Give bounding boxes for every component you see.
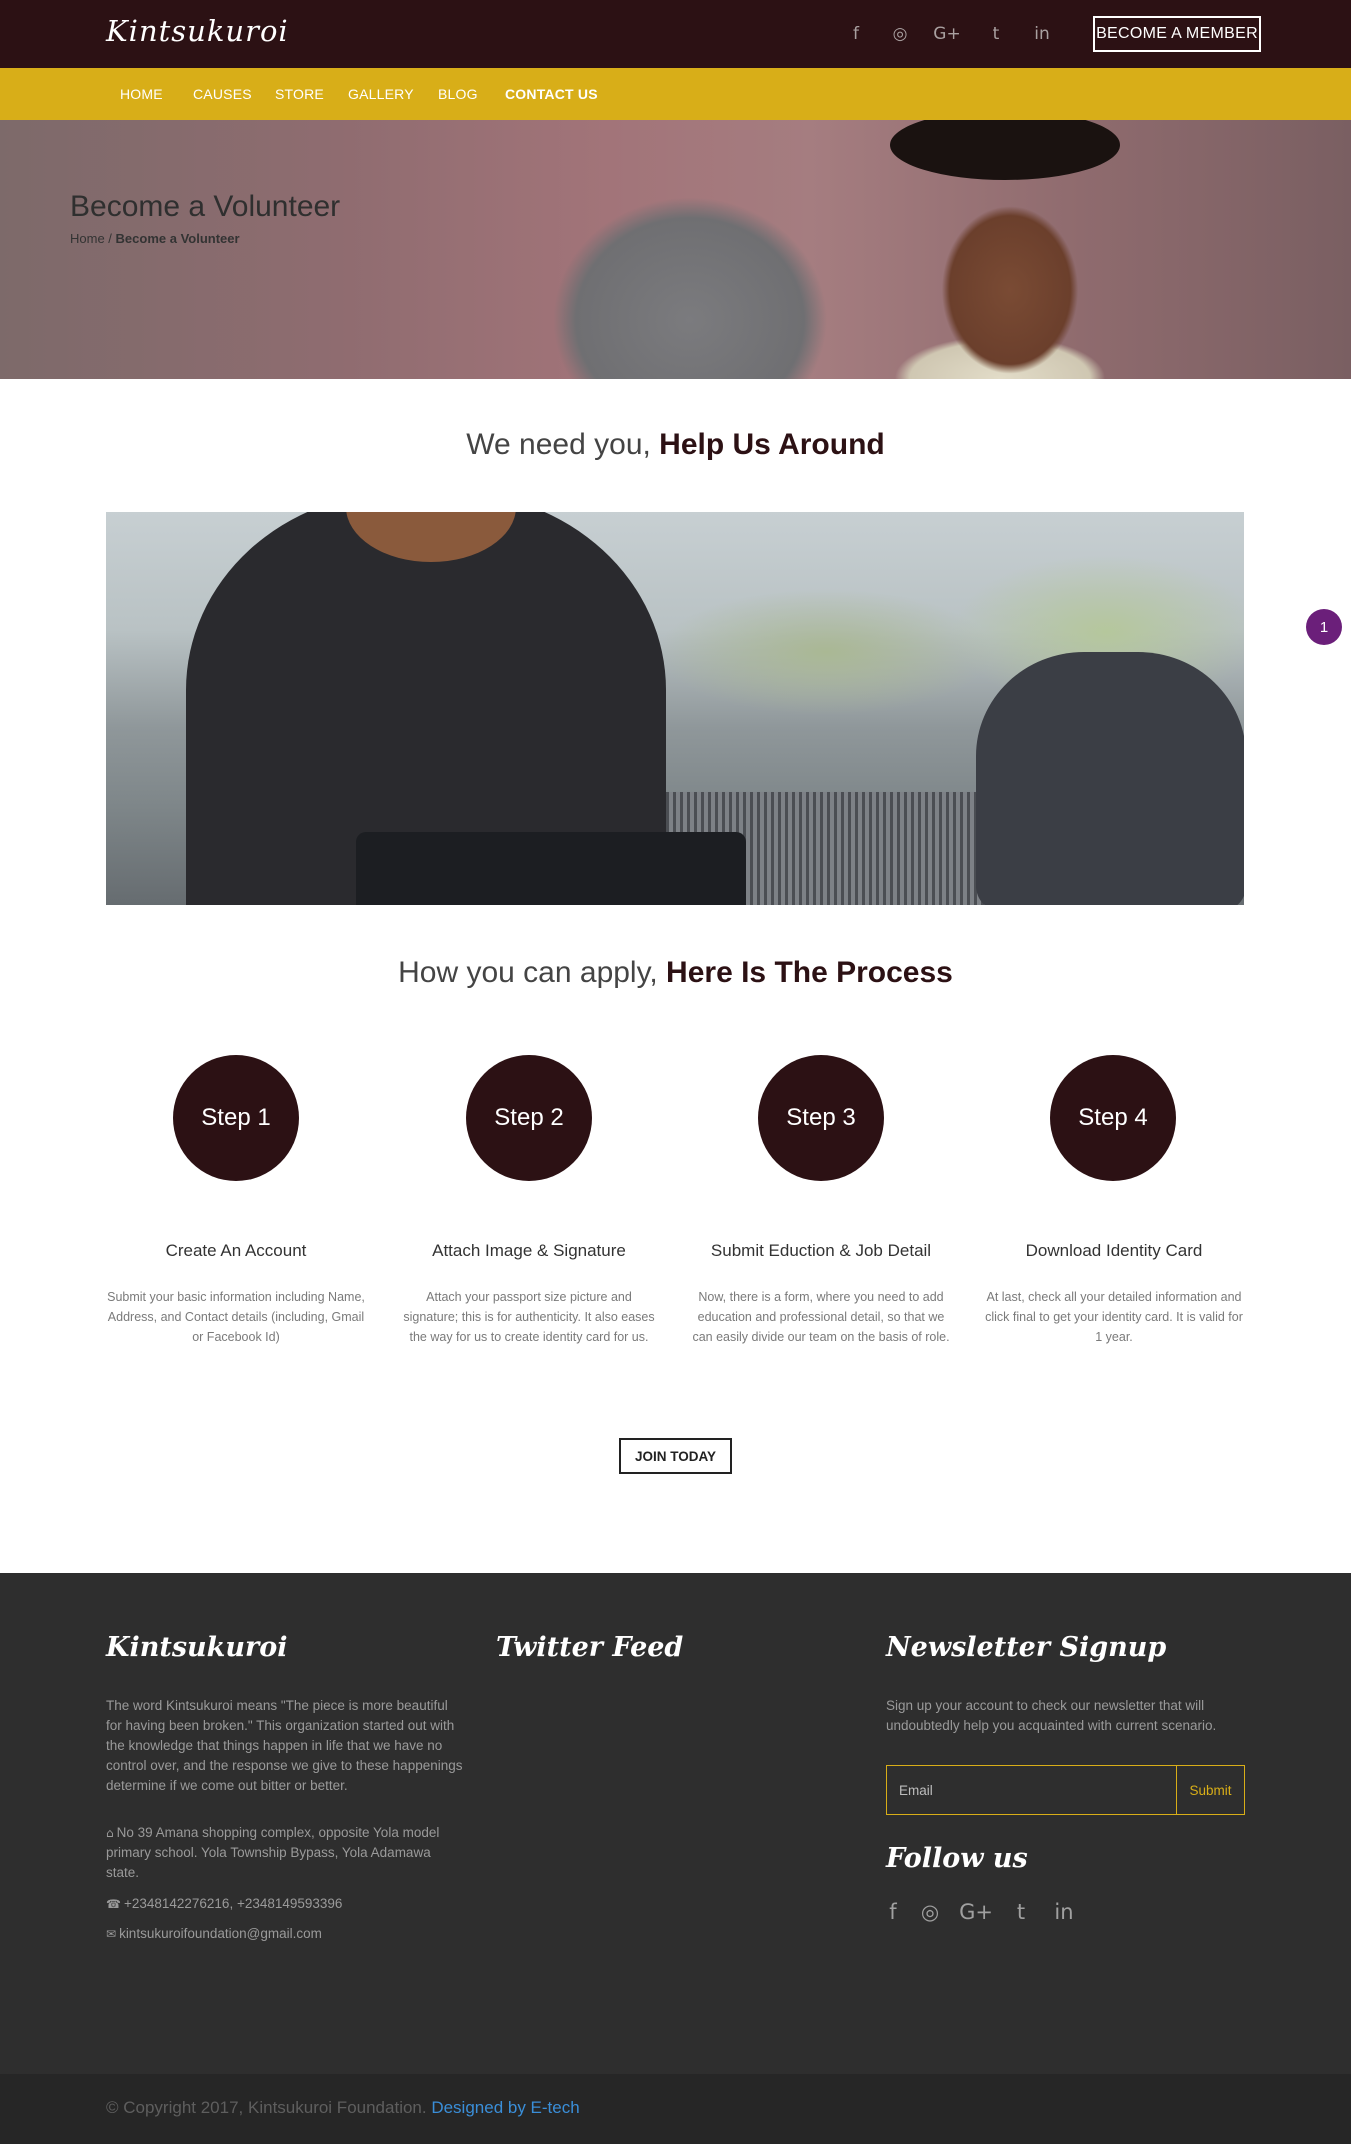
intro-heading-bold: Help Us Around — [659, 428, 885, 461]
copyright-bar: © Copyright 2017, Kintsukuroi Foundation… — [0, 2074, 1351, 2144]
main-nav: HOME CAUSES STORE GALLERY BLOG CONTACT U… — [0, 68, 1351, 120]
phone-icon: ☎ — [106, 1897, 121, 1911]
hero-photo-detail — [890, 120, 1120, 180]
twitter-feed-heading: Twitter Feed — [496, 1632, 684, 1663]
step-2-circle: Step 2 — [466, 1055, 592, 1181]
twitter-icon[interactable]: t — [1009, 1898, 1033, 1926]
email-text[interactable]: kintsukuroifoundation@gmail.com — [119, 1926, 322, 1941]
site-logo[interactable]: Kintsukuroi — [106, 14, 289, 48]
home-icon: ⌂ — [106, 1826, 114, 1840]
footer: Kintsukuroi The word Kintsukuroi means "… — [0, 1573, 1351, 2074]
email-line: ✉ kintsukuroifoundation@gmail.com — [106, 1924, 466, 1944]
copyright-label: © Copyright 2017, Kintsukuroi Foundation… — [106, 2098, 432, 2117]
breadcrumb-home-link[interactable]: Home — [70, 231, 105, 246]
volunteer-photo — [106, 512, 1244, 905]
process-heading-light: How you can apply, — [398, 956, 667, 989]
step-1-description: Submit your basic information including … — [107, 1290, 365, 1344]
about-text: The word Kintsukuroi means "The piece is… — [106, 1698, 463, 1793]
address-text: No 39 Amana shopping complex, opposite Y… — [106, 1825, 440, 1880]
newsletter-email-input[interactable] — [886, 1765, 1177, 1815]
page-title: Become a Volunteer — [70, 190, 341, 223]
breadcrumb-current: Become a Volunteer — [115, 231, 240, 246]
intro-heading-light: We need you, — [466, 428, 660, 461]
nav-item-blog[interactable]: BLOG — [438, 86, 478, 102]
follow-us-heading: Follow us — [886, 1843, 1028, 1874]
nav-item-gallery[interactable]: GALLERY — [348, 86, 414, 102]
step-1-title: Create An Account — [165, 1241, 307, 1260]
step-3-description: Now, there is a form, where you need to … — [692, 1290, 950, 1344]
step-3-title: Submit Eduction & Job Detail — [710, 1241, 932, 1260]
process-heading-bold: Here Is The Process — [666, 956, 953, 989]
phone-text: +2348142276216, +2348149593396 — [123, 1896, 343, 1911]
address-line: ⌂ No 39 Amana shopping complex, opposite … — [106, 1823, 466, 1883]
step-4-circle: Step 4 — [1050, 1055, 1176, 1181]
process-heading: How you can apply, Here Is The Process — [0, 956, 1351, 990]
linkedin-icon[interactable]: in — [1029, 22, 1055, 46]
nav-item-home[interactable]: HOME — [120, 86, 163, 102]
step-1-circle: Step 1 — [173, 1055, 299, 1181]
google-plus-icon[interactable]: G+ — [959, 1898, 993, 1926]
step-4-title: Download Identity Card — [1025, 1241, 1203, 1260]
breadcrumb-separator: / — [104, 231, 116, 246]
newsletter-text: Sign up your account to check our newsle… — [886, 1698, 1217, 1733]
facebook-icon[interactable]: f — [884, 1898, 902, 1926]
newsletter-heading: Newsletter Signup — [886, 1632, 1167, 1663]
join-today-button[interactable]: JOIN TODAY — [619, 1438, 732, 1474]
step-4-description: At last, check all your detailed informa… — [985, 1290, 1243, 1344]
step-3-circle: Step 3 — [758, 1055, 884, 1181]
top-header: Kintsukuroi f ◎ G+ t in BECOME A MEMBER — [0, 0, 1351, 68]
newsletter-submit-button[interactable]: Submit — [1176, 1765, 1245, 1815]
instagram-icon[interactable]: ◎ — [917, 1898, 943, 1926]
hero-banner: Become a Volunteer Home / Become a Volun… — [0, 120, 1351, 379]
phone-line: ☎ +2348142276216, +2348149593396 — [106, 1894, 466, 1914]
envelope-icon: ✉ — [106, 1927, 117, 1941]
intro-heading: We need you, Help Us Around — [0, 428, 1351, 462]
notification-badge[interactable]: 1 — [1306, 609, 1342, 645]
photo-laptop — [356, 832, 746, 905]
designer-link[interactable]: Designed by E-tech — [431, 2098, 579, 2117]
copyright-text: © Copyright 2017, Kintsukuroi Foundation… — [106, 2098, 580, 2118]
photo-bag — [976, 652, 1244, 905]
step-2-description: Attach your passport size picture and si… — [403, 1290, 655, 1344]
step-2-title: Attach Image & Signature — [432, 1241, 626, 1260]
google-plus-icon[interactable]: G+ — [932, 22, 962, 46]
twitter-icon[interactable]: t — [985, 22, 1007, 46]
footer-logo: Kintsukuroi — [106, 1632, 288, 1663]
nav-item-store[interactable]: STORE — [275, 86, 324, 102]
linkedin-icon[interactable]: in — [1050, 1898, 1078, 1926]
facebook-icon[interactable]: f — [846, 22, 866, 46]
nav-item-contact-us[interactable]: CONTACT US — [505, 86, 598, 102]
become-member-button[interactable]: BECOME A MEMBER — [1093, 16, 1261, 52]
breadcrumb: Home / Become a Volunteer — [70, 231, 240, 246]
instagram-icon[interactable]: ◎ — [888, 22, 912, 46]
nav-item-causes[interactable]: CAUSES — [193, 86, 252, 102]
